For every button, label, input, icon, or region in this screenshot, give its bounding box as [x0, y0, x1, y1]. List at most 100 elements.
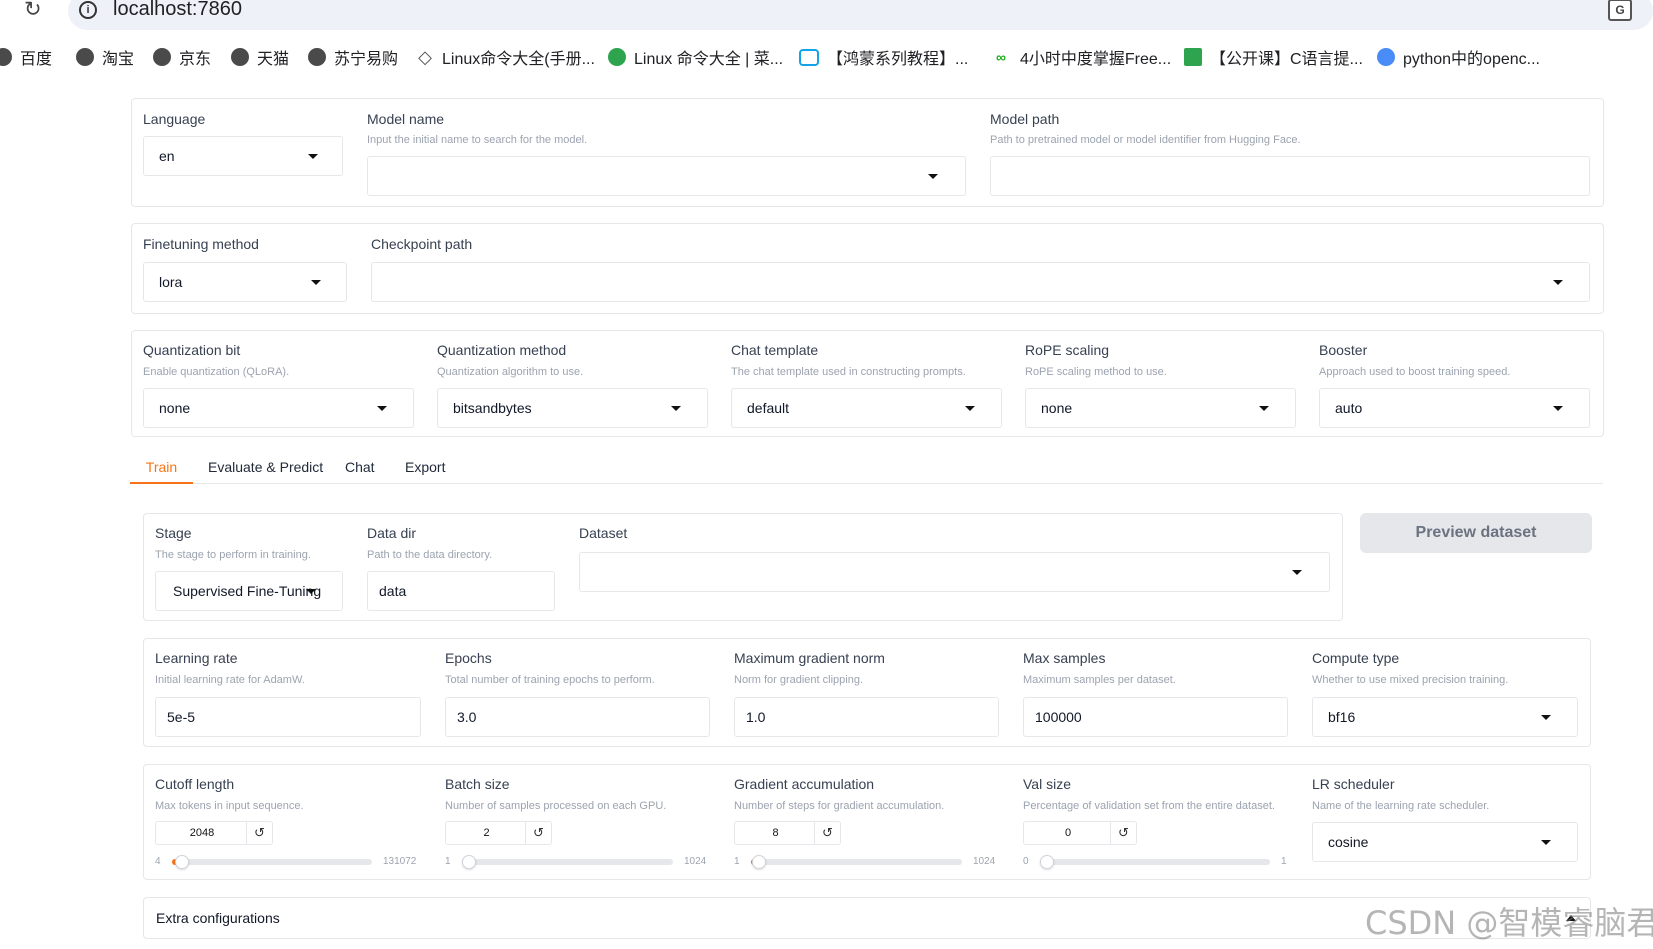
translate-icon[interactable]: G — [1608, 0, 1632, 21]
bookmark-item[interactable]: 苏宁易购 — [308, 44, 398, 70]
booster-dropdown[interactable]: auto — [1319, 388, 1590, 428]
reload-icon[interactable]: ↻ — [24, 0, 46, 24]
booster-info: Approach used to boost training speed. — [1319, 366, 1511, 378]
chevron-down-icon — [671, 406, 681, 411]
preview-dataset-button[interactable]: Preview dataset — [1360, 513, 1592, 553]
batch-size-max: 1024 — [684, 856, 707, 867]
grad-accum-slider[interactable] — [751, 859, 962, 865]
cutoff-length-slider[interactable] — [172, 859, 372, 865]
chevron-down-icon — [1553, 280, 1563, 285]
extra-configurations-label: Extra configurations — [156, 910, 280, 926]
reset-icon[interactable]: ↺ — [814, 822, 840, 844]
bookmark-item[interactable]: 京东 — [153, 44, 211, 70]
chevron-down-icon — [965, 406, 975, 411]
quantization-bit-dropdown[interactable]: none — [143, 388, 414, 428]
model-name-dropdown[interactable] — [367, 156, 966, 196]
cutoff-length-label: Cutoff length — [155, 776, 235, 792]
chevron-down-icon — [1292, 570, 1302, 575]
bookmarks-bar: 百度 淘宝 京东 天猫 苏宁易购 ◇ Linux命令大全(手册... Linux … — [0, 44, 1653, 70]
url-pill[interactable] — [68, 0, 1653, 30]
data-dir-label: Data dir — [367, 525, 417, 541]
bilibili-tv-icon — [799, 48, 819, 66]
tab-train[interactable]: Train — [130, 456, 193, 484]
max-grad-norm-label: Maximum gradient norm — [734, 650, 885, 666]
max-samples-input[interactable]: 100000 — [1023, 697, 1288, 737]
chevron-down-icon — [1541, 715, 1551, 720]
val-size-max: 1 — [1281, 856, 1287, 867]
quantization-method-label: Quantization method — [437, 342, 567, 358]
compute-type-info: Whether to use mixed precision training. — [1312, 674, 1509, 686]
language-dropdown[interactable]: en — [143, 136, 343, 176]
url-text[interactable]: localhost:7860 — [113, 0, 242, 21]
learning-rate-label: Learning rate — [155, 650, 238, 666]
reset-icon[interactable]: ↺ — [525, 822, 551, 844]
max-grad-norm-input[interactable]: 1.0 — [734, 697, 999, 737]
epochs-input[interactable]: 3.0 — [445, 697, 710, 737]
batch-size-label: Batch size — [445, 776, 510, 792]
cutoff-length-info: Max tokens in input sequence. — [155, 800, 304, 812]
compute-type-dropdown[interactable]: bf16 — [1312, 697, 1578, 737]
quantization-method-info: Quantization algorithm to use. — [437, 366, 584, 378]
learning-rate-input[interactable]: 5e-5 — [155, 697, 421, 737]
chat-template-dropdown[interactable]: default — [731, 388, 1002, 428]
chevron-down-icon — [1541, 840, 1551, 845]
bookmark-item[interactable]: 【鸿蒙系列教程】... — [799, 44, 968, 70]
rope-scaling-dropdown[interactable]: none — [1025, 388, 1296, 428]
bookmark-item[interactable]: 百度 — [0, 44, 52, 70]
data-dir-input[interactable]: data — [367, 571, 555, 611]
watermark: CSDN @智模睿脑君 — [1365, 904, 1653, 942]
quantization-bit-info: Enable quantization (QLoRA). — [143, 366, 290, 378]
bookmark-item[interactable]: python中的openc... — [1377, 44, 1540, 70]
chat-template-info: The chat template used in constructing p… — [731, 366, 966, 378]
tab-export[interactable]: Export — [405, 456, 445, 484]
chevron-down-icon — [306, 589, 316, 594]
max-samples-label: Max samples — [1023, 650, 1106, 666]
epochs-label: Epochs — [445, 650, 492, 666]
bookmark-item[interactable]: 天猫 — [231, 44, 289, 70]
cutoff-length-number[interactable]: 2048 ↺ — [155, 821, 273, 845]
globe-icon — [76, 48, 94, 66]
dataset-label: Dataset — [579, 525, 628, 541]
quantization-method-dropdown[interactable]: bitsandbytes — [437, 388, 708, 428]
val-size-slider[interactable] — [1040, 859, 1270, 865]
finetuning-method-label: Finetuning method — [143, 236, 259, 252]
grad-accum-label: Gradient accumulation — [734, 776, 875, 792]
val-size-info: Percentage of validation set from the en… — [1023, 800, 1275, 812]
tab-evaluate-predict[interactable]: Evaluate & Predict — [208, 456, 323, 484]
globe-icon — [153, 48, 171, 66]
booster-label: Booster — [1319, 342, 1368, 358]
slider-thumb[interactable] — [1040, 855, 1054, 869]
slider-thumb[interactable] — [174, 855, 189, 869]
bookmark-item[interactable]: 淘宝 — [76, 44, 134, 70]
finetuning-method-dropdown[interactable]: lora — [143, 262, 347, 302]
lr-scheduler-dropdown[interactable]: cosine — [1312, 822, 1578, 862]
model-path-info: Path to pretrained model or model identi… — [990, 134, 1301, 146]
model-name-info: Input the initial name to search for the… — [367, 134, 588, 146]
reset-icon[interactable]: ↺ — [1110, 822, 1136, 844]
bookmark-item[interactable]: Linux 命令大全 | 菜... — [608, 44, 783, 70]
batch-size-slider[interactable] — [462, 859, 673, 865]
stage-info: The stage to perform in training. — [155, 549, 311, 561]
batch-size-info: Number of samples processed on each GPU. — [445, 800, 667, 812]
bookmark-item[interactable]: ◇ Linux命令大全(手册... — [416, 44, 595, 70]
val-size-number[interactable]: 0 ↺ — [1023, 821, 1137, 845]
bookmark-item[interactable]: 【公开课】C语言提... — [1184, 44, 1363, 70]
chevron-down-icon — [308, 154, 318, 159]
rope-scaling-label: RoPE scaling — [1025, 342, 1110, 358]
batch-size-number[interactable]: 2 ↺ — [445, 821, 552, 845]
batch-size-min: 1 — [445, 856, 451, 867]
info-icon[interactable]: i — [79, 1, 97, 19]
diamond-icon: ◇ — [418, 47, 432, 67]
model-path-label: Model path — [990, 111, 1060, 127]
grad-accum-number[interactable]: 8 ↺ — [734, 821, 841, 845]
tab-chat[interactable]: Chat — [345, 456, 375, 484]
runoob-icon — [608, 48, 626, 66]
tab-bar: Train Evaluate & Predict Chat Export — [130, 456, 1603, 484]
stage-dropdown[interactable]: Supervised Fine-Tuning — [155, 571, 343, 611]
dataset-dropdown[interactable] — [579, 552, 1330, 592]
checkpoint-path-dropdown[interactable] — [371, 262, 1590, 302]
model-path-input[interactable] — [990, 156, 1590, 196]
reset-icon[interactable]: ↺ — [246, 822, 272, 844]
val-size-min: 0 — [1023, 856, 1029, 867]
bookmark-item[interactable]: ∞ 4小时中度掌握Free... — [990, 44, 1171, 70]
